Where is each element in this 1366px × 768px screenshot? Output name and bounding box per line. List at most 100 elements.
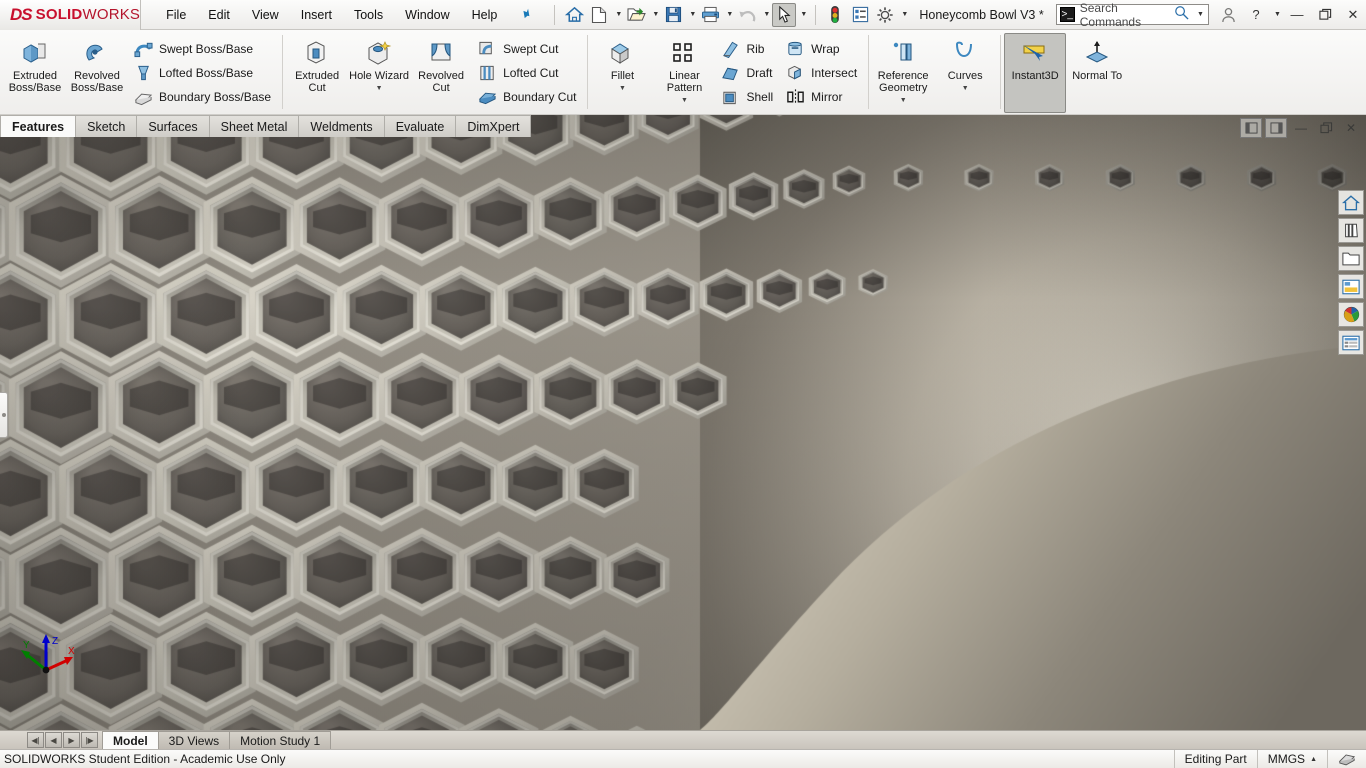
- close-icon[interactable]: ✕: [1340, 2, 1366, 28]
- search-icon[interactable]: [1174, 5, 1189, 25]
- menu-item-file[interactable]: File: [155, 4, 197, 26]
- tab-weldments[interactable]: Weldments: [298, 115, 384, 137]
- intersect-button[interactable]: Intersect: [780, 61, 864, 84]
- graphics-viewport[interactable]: — ✕: [0, 115, 1366, 730]
- wrap-button[interactable]: Wrap: [780, 37, 864, 60]
- help-caret-icon[interactable]: ▼: [1271, 11, 1282, 18]
- mirror-button[interactable]: Mirror: [780, 85, 864, 108]
- menu-item-help[interactable]: Help: [461, 4, 509, 26]
- curves-button[interactable]: Curves ▼: [934, 33, 996, 93]
- rebuild-button[interactable]: [823, 3, 847, 27]
- fillet-caret-icon[interactable]: ▼: [619, 85, 626, 92]
- swept-boss-icon: [132, 39, 154, 59]
- undo-caret-icon[interactable]: ▼: [760, 11, 771, 18]
- reference-geometry-button[interactable]: Reference Geometry ▼: [872, 33, 934, 105]
- swept-boss-base-button[interactable]: Swept Boss/Base: [128, 37, 278, 60]
- gear-icon[interactable]: [873, 3, 897, 27]
- tab-surfaces[interactable]: Surfaces: [136, 115, 209, 137]
- new-document-caret-icon[interactable]: ▼: [612, 11, 623, 18]
- tab-dimxpert[interactable]: DimXpert: [455, 115, 531, 137]
- panel-left-icon[interactable]: [1240, 118, 1262, 138]
- editing-state: Editing Part: [1174, 750, 1257, 768]
- instant3d-button[interactable]: Instant3D: [1004, 33, 1066, 113]
- options-caret-icon[interactable]: ▼: [898, 11, 909, 18]
- pushpin-icon[interactable]: [513, 4, 534, 26]
- units-selector[interactable]: MMGS ▲: [1257, 750, 1327, 768]
- bottom-tab-3d-views[interactable]: 3D Views: [158, 731, 230, 749]
- normal-to-button[interactable]: Normal To: [1066, 33, 1128, 83]
- menu-item-view[interactable]: View: [241, 4, 290, 26]
- restore-icon[interactable]: [1312, 2, 1338, 28]
- tab-features[interactable]: Features: [0, 115, 76, 137]
- tab-sketch[interactable]: Sketch: [75, 115, 137, 137]
- tab-evaluate[interactable]: Evaluate: [384, 115, 457, 137]
- minimize-icon[interactable]: —: [1284, 2, 1310, 28]
- lofted-boss-base-button[interactable]: Lofted Boss/Base: [128, 61, 278, 84]
- task-pane-view-palette-button[interactable]: [1338, 274, 1364, 299]
- boundary-cut-button[interactable]: Boundary Cut: [472, 85, 583, 108]
- lofted-cut-button[interactable]: Lofted Cut: [472, 61, 583, 84]
- honeycomb-bowl-render[interactable]: [0, 115, 1366, 730]
- file-properties-button[interactable]: [848, 3, 872, 27]
- first-tab-button[interactable]: ◀|: [27, 732, 44, 748]
- hole-wizard-caret-icon[interactable]: ▼: [376, 85, 383, 92]
- bottom-tab-model[interactable]: Model: [102, 731, 159, 749]
- print-button[interactable]: [698, 3, 722, 27]
- linear-pattern-button[interactable]: Linear Pattern ▼: [653, 33, 715, 105]
- revolved-cut-button[interactable]: Revolved Cut: [410, 33, 472, 95]
- search-caret-icon[interactable]: ▼: [1194, 11, 1205, 18]
- feature-small-column-1: Rib Draft Shell: [715, 33, 780, 108]
- reference-geometry-caret-icon[interactable]: ▼: [900, 97, 907, 104]
- shell-button[interactable]: Shell: [715, 85, 780, 108]
- menu-item-window[interactable]: Window: [394, 4, 460, 26]
- linear-pattern-caret-icon[interactable]: ▼: [681, 97, 688, 104]
- help-button[interactable]: ?: [1243, 2, 1269, 28]
- fillet-button[interactable]: Fillet ▼: [591, 33, 653, 93]
- curves-caret-icon[interactable]: ▼: [962, 85, 969, 92]
- extruded-cut-button[interactable]: Extruded Cut: [286, 33, 348, 95]
- home-button[interactable]: [562, 3, 586, 27]
- open-document-caret-icon[interactable]: ▼: [649, 11, 660, 18]
- save-caret-icon[interactable]: ▼: [686, 11, 697, 18]
- panel-right-icon[interactable]: [1265, 118, 1287, 138]
- units-caret-icon[interactable]: ▲: [1310, 756, 1317, 763]
- new-document-button[interactable]: [587, 3, 611, 27]
- search-commands-box[interactable]: >_ Search Commands ▼: [1056, 4, 1209, 25]
- user-account-icon[interactable]: [1215, 2, 1241, 28]
- hole-wizard-icon: [366, 38, 392, 68]
- units-system-icon[interactable]: [1327, 750, 1366, 768]
- qat-separator: [554, 5, 555, 25]
- task-pane-home-button[interactable]: [1338, 190, 1364, 215]
- doc-minimize-button[interactable]: —: [1290, 118, 1312, 138]
- next-tab-button[interactable]: ▶: [63, 732, 80, 748]
- draft-label: Draft: [746, 66, 772, 80]
- task-pane-appearances-button[interactable]: [1338, 302, 1364, 327]
- print-caret-icon[interactable]: ▼: [723, 11, 734, 18]
- last-tab-button[interactable]: |▶: [81, 732, 98, 748]
- doc-close-button[interactable]: ✕: [1340, 118, 1362, 138]
- task-pane-design-library-button[interactable]: [1338, 218, 1364, 243]
- feature-tree-splitter[interactable]: [0, 392, 8, 438]
- swept-cut-button[interactable]: Swept Cut: [472, 37, 583, 60]
- draft-button[interactable]: Draft: [715, 61, 780, 84]
- search-input[interactable]: Search Commands: [1080, 1, 1169, 29]
- boundary-boss-base-button[interactable]: Boundary Boss/Base: [128, 85, 278, 108]
- open-document-button[interactable]: [624, 3, 648, 27]
- hole-wizard-button[interactable]: Hole Wizard ▼: [348, 33, 410, 93]
- rib-button[interactable]: Rib: [715, 37, 780, 60]
- save-button[interactable]: [661, 3, 685, 27]
- select-caret-icon[interactable]: ▼: [797, 11, 808, 18]
- tab-sheet-metal[interactable]: Sheet Metal: [209, 115, 300, 137]
- menu-item-tools[interactable]: Tools: [343, 4, 394, 26]
- task-pane-file-explorer-button[interactable]: [1338, 246, 1364, 271]
- select-button[interactable]: [772, 3, 796, 27]
- menu-item-insert[interactable]: Insert: [290, 4, 343, 26]
- doc-restore-button[interactable]: [1315, 118, 1337, 138]
- task-pane-custom-properties-button[interactable]: [1338, 330, 1364, 355]
- undo-button[interactable]: [735, 3, 759, 27]
- menu-item-edit[interactable]: Edit: [197, 4, 241, 26]
- previous-tab-button[interactable]: ◀: [45, 732, 62, 748]
- revolved-boss-base-button[interactable]: Revolved Boss/Base: [66, 33, 128, 95]
- bottom-tab-motion-study[interactable]: Motion Study 1: [229, 731, 331, 749]
- extruded-boss-base-button[interactable]: Extruded Boss/Base: [4, 33, 66, 95]
